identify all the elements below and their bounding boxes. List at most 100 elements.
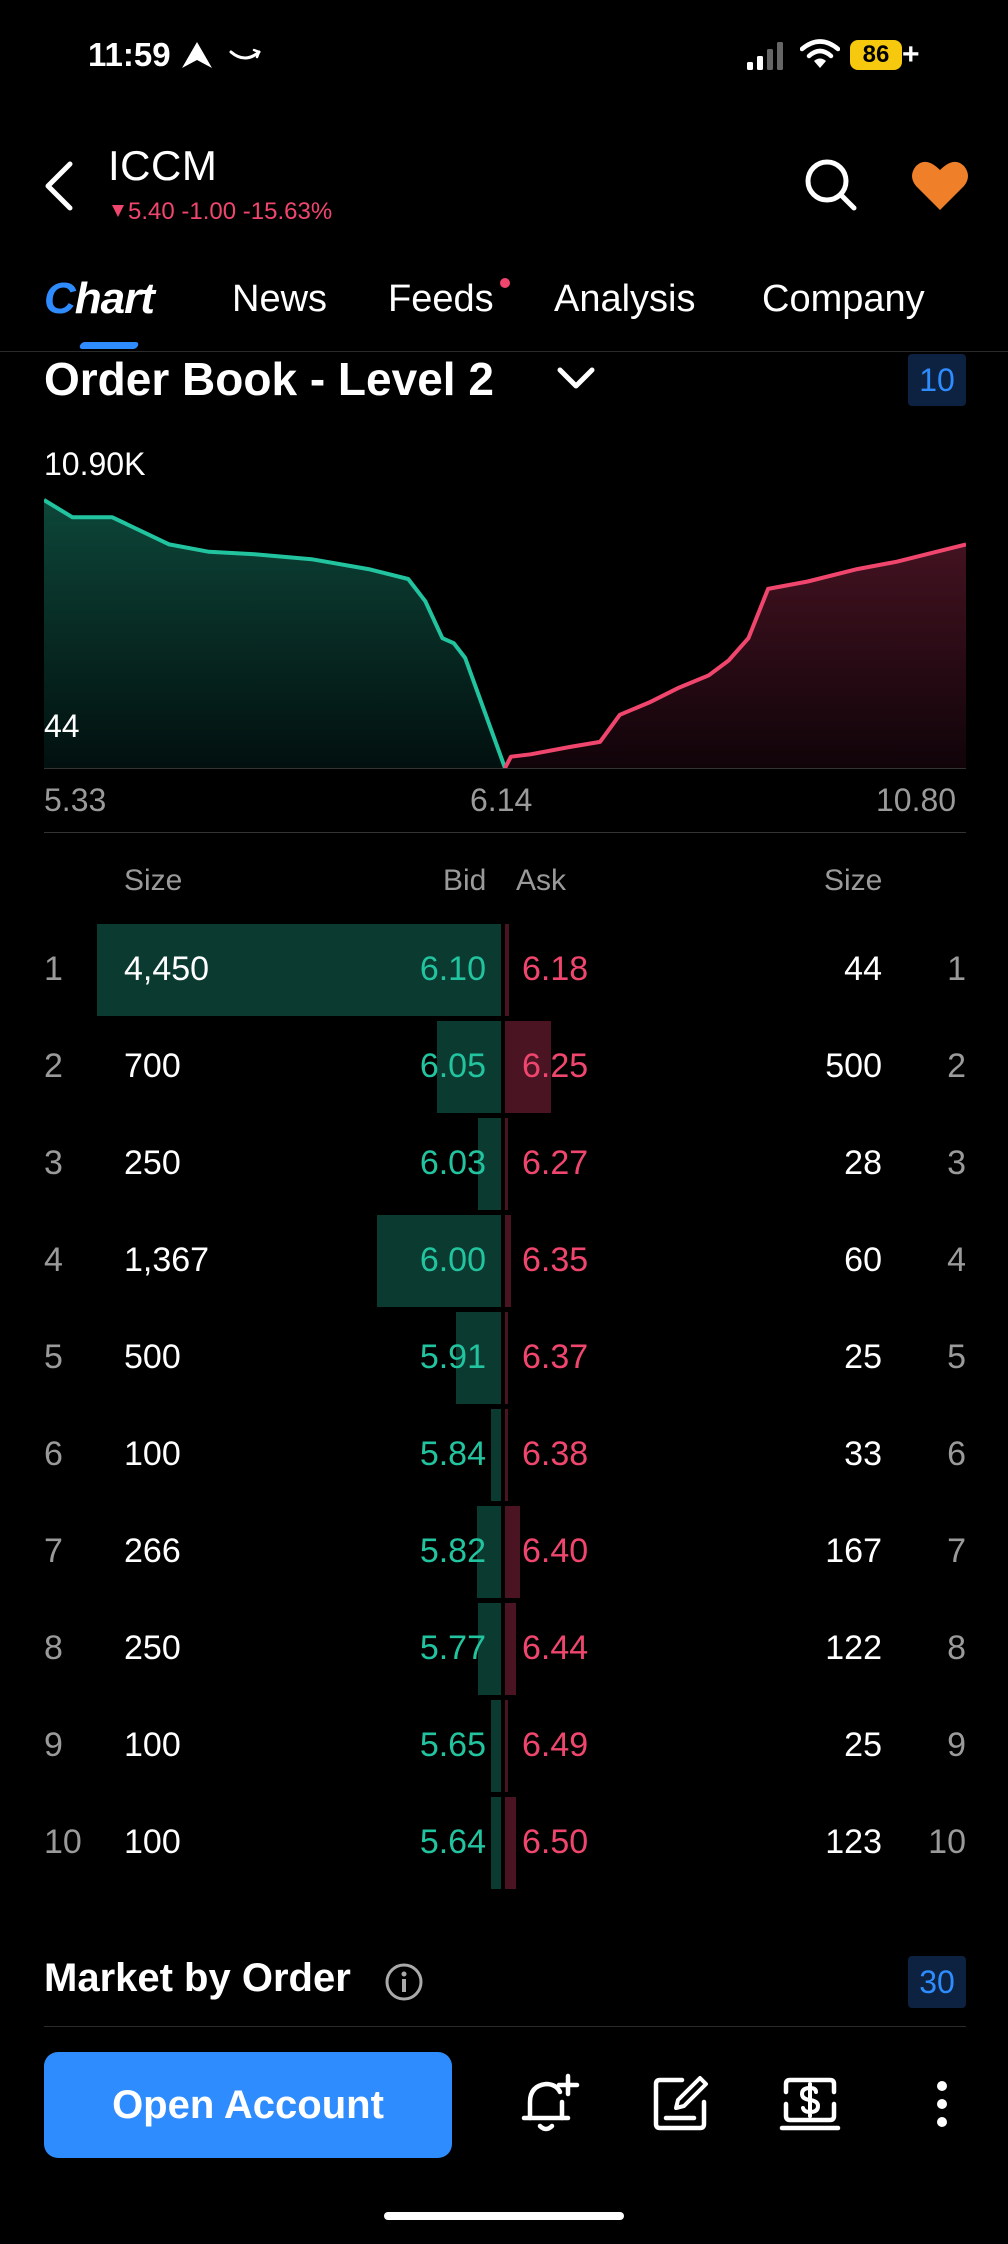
bid-price: 5.91 [419, 1338, 486, 1376]
heart-icon[interactable] [910, 158, 970, 212]
tab-company[interactable]: Company [762, 278, 925, 321]
ask-size: 123 [825, 1823, 882, 1861]
bid-size: 250 [124, 1144, 181, 1182]
bid-size: 100 [124, 1435, 181, 1473]
bid-price: 6.03 [419, 1144, 486, 1182]
open-account-button[interactable]: Open Account [44, 2052, 452, 2158]
ask-depth-bar [505, 1603, 516, 1695]
ask-level-index: 6 [947, 1435, 966, 1473]
trade-dollar-icon[interactable] [778, 2072, 842, 2136]
bid-size: 700 [124, 1047, 181, 1085]
ask-depth-bar [505, 1118, 508, 1210]
order-book-row[interactable]: 2 700 6.05 6.25 500 2 [0, 1019, 1008, 1116]
chevron-down-icon[interactable] [556, 364, 596, 394]
price-quote: 5.40 -1.00 -15.63% [112, 198, 332, 226]
location-arrow-icon [182, 42, 212, 68]
depth-chart-axis [44, 768, 966, 769]
ask-price: 6.49 [522, 1726, 589, 1764]
amazon-smile-icon [229, 48, 261, 60]
ask-size: 167 [825, 1532, 882, 1570]
market-by-order-badge[interactable]: 30 [908, 1956, 966, 2008]
bid-size: 500 [124, 1338, 181, 1376]
divider [44, 2026, 966, 2027]
order-book-row[interactable]: 6 100 5.84 6.38 33 6 [0, 1407, 1008, 1504]
ask-price: 6.50 [522, 1823, 589, 1861]
status-time: 11:59 [88, 36, 171, 73]
order-book-row[interactable]: 3 250 6.03 6.27 28 3 [0, 1116, 1008, 1213]
more-vertical-icon[interactable] [924, 2072, 960, 2136]
bid-header: Bid [443, 864, 487, 897]
order-book-row[interactable]: 10 100 5.64 6.50 123 10 [0, 1795, 1008, 1892]
depth-level-badge[interactable]: 10 [908, 354, 966, 406]
ask-price: 6.25 [522, 1047, 589, 1085]
market-by-order-title: Market by Order [44, 1956, 351, 2000]
depth-chart-max-label: 10.90K [44, 446, 146, 482]
price-change-pct: -15.63% [242, 198, 333, 225]
bid-price: 5.65 [419, 1726, 486, 1764]
home-indicator [384, 2212, 624, 2220]
info-icon[interactable] [384, 1962, 424, 2002]
ask-size-header: Size [824, 864, 883, 897]
search-icon[interactable] [802, 156, 858, 212]
order-book-row[interactable]: 7 266 5.82 6.40 167 7 [0, 1504, 1008, 1601]
bid-depth-bar [491, 1409, 501, 1501]
x-tick-label-max: 10.80 [876, 782, 957, 818]
order-book-row[interactable]: 4 1,367 6.00 6.35 60 4 [0, 1213, 1008, 1310]
ask-price: 6.44 [522, 1629, 589, 1667]
ask-price: 6.37 [522, 1338, 589, 1376]
order-book-row[interactable]: 1 4,450 6.10 6.18 44 1 [0, 922, 1008, 1019]
ask-depth-bar [505, 1409, 508, 1501]
back-icon[interactable] [40, 158, 80, 214]
divider [44, 832, 966, 833]
down-triangle-icon [112, 205, 124, 217]
bid-size: 100 [124, 1726, 181, 1764]
last-price: 5.40 [128, 198, 175, 225]
ask-price: 6.18 [522, 950, 589, 988]
order-book-title[interactable]: Order Book - Level 2 [44, 352, 494, 406]
ask-size: 28 [844, 1144, 882, 1182]
depth-chart [44, 498, 966, 769]
bid-level-index: 1 [44, 950, 63, 988]
tab-feeds[interactable]: Feeds [388, 278, 494, 321]
price-change: -1.00 [181, 198, 237, 225]
ask-level-index: 8 [947, 1629, 966, 1667]
ask-level-index: 3 [947, 1144, 966, 1182]
ask-depth-bar [505, 1797, 516, 1889]
bid-depth-bar [491, 1797, 501, 1889]
tab-analysis[interactable]: Analysis [554, 278, 696, 321]
ask-level-index: 10 [928, 1823, 966, 1861]
order-book-row[interactable]: 9 100 5.65 6.49 25 9 [0, 1698, 1008, 1795]
ask-size: 122 [825, 1629, 882, 1667]
ask-size: 44 [844, 950, 882, 988]
ask-size: 25 [844, 1726, 882, 1764]
bid-price: 6.00 [419, 1241, 486, 1279]
signal-icon [747, 42, 783, 70]
ask-header: Ask [516, 864, 567, 897]
active-tab-indicator [78, 342, 140, 349]
depth-area-ask [505, 544, 966, 768]
ask-depth-bar [505, 924, 509, 1016]
bid-level-index: 8 [44, 1629, 63, 1667]
ask-size: 500 [825, 1047, 882, 1085]
ticker-symbol: ICCM [108, 142, 218, 189]
order-book-row[interactable]: 8 250 5.77 6.44 122 8 [0, 1601, 1008, 1698]
bid-price: 6.05 [419, 1047, 486, 1085]
order-book-row[interactable]: 5 500 5.91 6.37 25 5 [0, 1310, 1008, 1407]
add-alert-bell-icon[interactable] [516, 2072, 580, 2136]
bid-level-index: 9 [44, 1726, 63, 1764]
bid-size: 100 [124, 1823, 181, 1861]
bid-depth-bar [491, 1700, 501, 1792]
battery-charging-plus: + [902, 38, 920, 71]
edit-note-icon[interactable] [648, 2072, 712, 2136]
ask-price: 6.40 [522, 1532, 589, 1570]
depth-area-bid [44, 500, 505, 768]
bid-level-index: 5 [44, 1338, 63, 1376]
tab-chart[interactable]: Chart [44, 274, 155, 324]
bid-size: 4,450 [124, 950, 210, 988]
ask-level-index: 1 [947, 950, 966, 988]
bid-size: 1,367 [124, 1241, 210, 1279]
bid-price: 5.82 [419, 1532, 486, 1570]
tab-news[interactable]: News [232, 278, 327, 321]
bid-price: 6.10 [419, 950, 486, 988]
ask-level-index: 5 [947, 1338, 966, 1376]
